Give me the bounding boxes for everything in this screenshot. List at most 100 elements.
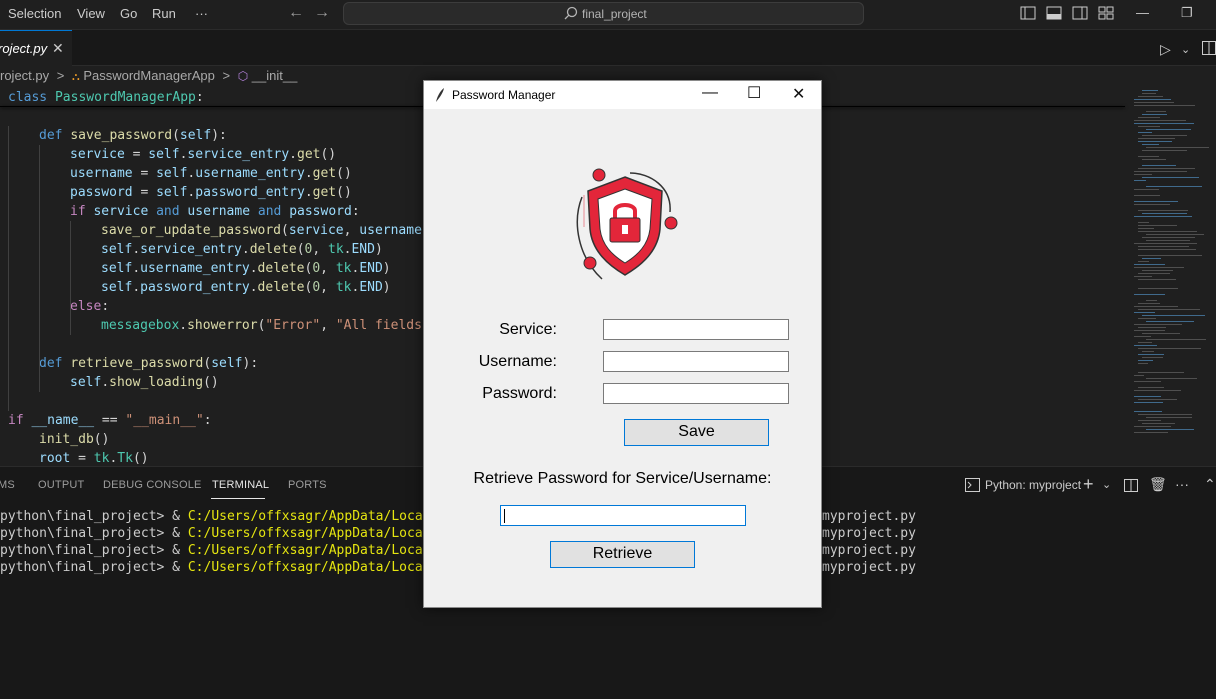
- trash-icon[interactable]: 🗑: [1149, 476, 1167, 493]
- retrieve-input[interactable]: [500, 505, 746, 526]
- code-line[interactable]: messagebox.showerror("Error", "All field…: [101, 316, 422, 335]
- code-token: self: [70, 375, 102, 390]
- tab-problems[interactable]: MS: [0, 479, 15, 491]
- toggle-secondary-sidebar-icon[interactable]: [1072, 6, 1088, 20]
- minimap-line: [1142, 90, 1158, 91]
- more-actions-icon[interactable]: ···: [1175, 476, 1189, 492]
- minimap-line: [1134, 99, 1171, 100]
- run-dropdown-chevron-icon[interactable]: ⌄: [1181, 43, 1190, 56]
- username-input[interactable]: [603, 351, 789, 372]
- minimap-line: [1146, 417, 1192, 418]
- tk-minimize-button[interactable]: —: [702, 84, 718, 102]
- menu-more[interactable]: ···: [195, 6, 208, 21]
- restore-button[interactable]: ❐: [1181, 5, 1193, 21]
- tk-maximize-button[interactable]: ☐: [747, 83, 761, 103]
- code-line[interactable]: else:: [70, 297, 109, 316]
- code-token: else: [70, 299, 102, 314]
- tab-ports[interactable]: PORTS: [288, 479, 327, 491]
- code-token: END: [351, 242, 375, 257]
- tab-terminal[interactable]: TERMINAL: [212, 479, 269, 491]
- minimap-line: [1138, 318, 1156, 319]
- new-terminal-icon[interactable]: +: [1083, 474, 1094, 495]
- code-token: (): [320, 147, 337, 162]
- terminal-line: python\final_project> & C:/Users/offxsag…: [0, 560, 470, 575]
- password-input[interactable]: [603, 383, 789, 404]
- breadcrumb-class[interactable]: PasswordManagerApp: [83, 68, 215, 83]
- tab-close-icon[interactable]: ✕: [52, 40, 64, 57]
- minimap-line: [1138, 228, 1154, 229]
- command-center-text: final_project: [582, 7, 647, 21]
- minimap-line: [1134, 375, 1144, 376]
- minimap-line: [1134, 312, 1155, 313]
- minimap-line: [1138, 126, 1160, 127]
- minimap-line: [1138, 117, 1160, 118]
- save-button[interactable]: Save: [624, 419, 769, 446]
- terminal-line-tail: myproject.py: [822, 526, 916, 541]
- code-line[interactable]: save_or_update_password(service, usernam…: [101, 221, 430, 240]
- minimap[interactable]: [1130, 88, 1216, 448]
- split-terminal-icon[interactable]: [1124, 479, 1138, 492]
- code-token: tk: [335, 261, 352, 276]
- minimap-line: [1134, 189, 1159, 190]
- tab-debug-console[interactable]: DEBUG CONSOLE: [103, 479, 202, 491]
- code-line[interactable]: self.username_entry.delete(0, tk.END): [101, 259, 391, 278]
- code-token: .: [132, 242, 141, 257]
- code-line[interactable]: init_db(): [39, 430, 109, 449]
- menu-selection[interactable]: Selection: [8, 6, 61, 21]
- feather-icon: [436, 88, 444, 102]
- code-line[interactable]: if __name__ == "__main__":: [8, 411, 212, 430]
- customize-layout-icon[interactable]: [1098, 6, 1114, 20]
- service-label: Service:: [499, 321, 557, 338]
- breadcrumb-method[interactable]: __init__: [252, 68, 298, 83]
- tab-output[interactable]: OUTPUT: [38, 479, 84, 491]
- minimap-line: [1142, 237, 1195, 238]
- terminal-instance-label[interactable]: Python: myproject: [985, 478, 1081, 492]
- code-token: ,: [320, 318, 336, 333]
- minimap-line: [1134, 105, 1195, 106]
- code-line[interactable]: password = self.password_entry.get(): [70, 183, 352, 202]
- toggle-panel-icon[interactable]: [1046, 6, 1062, 20]
- code-token: save_password: [70, 128, 173, 143]
- tk-close-button[interactable]: ✕: [792, 84, 805, 104]
- menu-go[interactable]: Go: [120, 6, 137, 21]
- minimap-line: [1138, 273, 1170, 274]
- code-token: delete: [249, 242, 297, 257]
- minimap-line: [1134, 432, 1168, 433]
- menu-run[interactable]: Run: [152, 6, 176, 21]
- tk-title-bar[interactable]: Password Manager — ☐ ✕: [424, 81, 821, 109]
- service-input[interactable]: [603, 319, 789, 340]
- minimap-line: [1142, 135, 1187, 136]
- command-center-search[interactable]: final_project: [343, 2, 864, 25]
- code-line[interactable]: def retrieve_password(self):: [39, 354, 258, 373]
- minimap-line: [1142, 258, 1161, 259]
- code-line[interactable]: if service and username and password:: [70, 202, 360, 221]
- code-line[interactable]: def save_password(self):: [39, 126, 227, 145]
- chevron-up-icon[interactable]: ⌃: [1204, 476, 1216, 493]
- toggle-primary-sidebar-icon[interactable]: [1020, 6, 1036, 20]
- code-token: (: [296, 242, 305, 257]
- split-editor-icon[interactable]: [1202, 41, 1216, 55]
- code-token: .: [249, 261, 258, 276]
- code-line[interactable]: self.password_entry.delete(0, tk.END): [101, 278, 391, 297]
- code-line[interactable]: service = self.service_entry.get(): [70, 145, 336, 164]
- terminal-dropdown-chevron-icon[interactable]: ⌄: [1102, 478, 1111, 491]
- back-arrow-icon[interactable]: ←: [288, 4, 304, 22]
- minimize-button[interactable]: —: [1136, 5, 1149, 20]
- tab-project-py[interactable]: roject.py ✕: [0, 30, 72, 66]
- code-token: ,: [320, 261, 336, 276]
- minimap-line: [1138, 348, 1201, 349]
- code-token: tk: [328, 242, 344, 257]
- code-token: def: [39, 356, 71, 371]
- code-line[interactable]: self.show_loading(): [70, 373, 219, 392]
- code-token: (): [93, 432, 110, 447]
- forward-arrow-icon[interactable]: →: [314, 4, 330, 22]
- retrieve-button[interactable]: Retrieve: [550, 541, 695, 568]
- run-python-file-icon[interactable]: ▷: [1160, 41, 1171, 58]
- minimap-line: [1142, 150, 1187, 151]
- code-line[interactable]: class PasswordManagerApp:: [8, 88, 204, 107]
- code-line[interactable]: username = self.username_entry.get(): [70, 164, 352, 183]
- code-line[interactable]: self.service_entry.delete(0, tk.END): [101, 240, 383, 259]
- breadcrumb-file[interactable]: roject.py: [0, 68, 49, 83]
- menu-view[interactable]: View: [77, 6, 105, 21]
- code-token: retrieve_password: [70, 356, 204, 371]
